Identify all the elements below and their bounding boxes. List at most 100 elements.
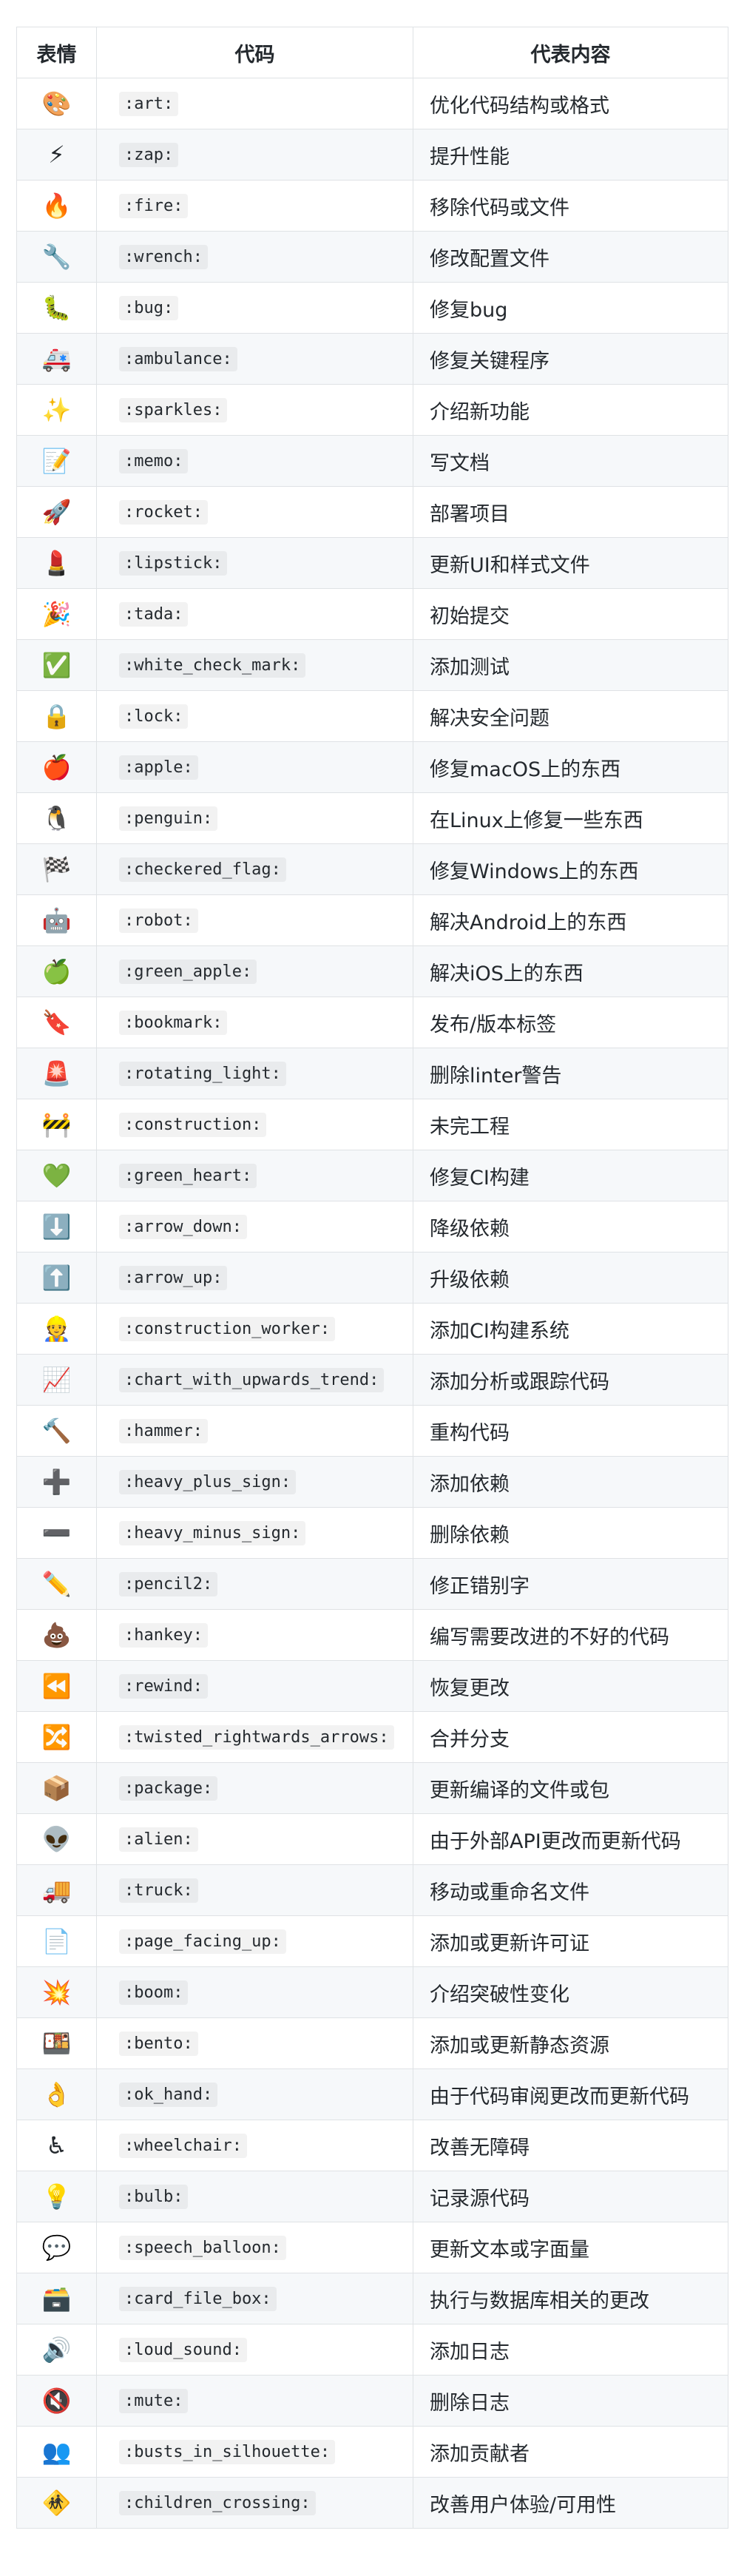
code-cell: :bento: [96,2017,413,2069]
penguin-icon: 🐧 [16,792,97,844]
description-cell: 改善用户体验/可用性 [413,2477,728,2529]
bookmark-icon: 🔖 [16,997,97,1048]
emoji-code: :bookmark: [119,1010,228,1035]
table-row: ✨:sparkles: 介绍新功能 [16,384,728,436]
table-row: ✏️:pencil2: 修正错别字 [16,1558,728,1610]
description-cell: 删除linter警告 [413,1048,728,1099]
chart-upwards-trend-icon: 📈 [16,1354,97,1406]
code-cell: :chart_with_upwards_trend: [96,1354,413,1406]
code-cell: :busts_in_silhouette: [96,2426,413,2478]
fire-icon: 🔥 [16,180,97,232]
code-cell: :construction_worker: [96,1303,413,1355]
code-cell: :ok_hand: [96,2068,413,2120]
emoji-code: :fire: [119,193,189,218]
emoji-code: :ambulance: [119,346,237,371]
heavy-plus-sign-icon: ➕ [16,1456,97,1508]
emoji-code: :hankey: [119,1622,208,1648]
wrench-icon: 🔧 [16,231,97,283]
emoji-code: :robot: [119,908,198,933]
emoji-code: :package: [119,1776,218,1801]
description-cell: 写文档 [413,435,728,487]
table-row: 🤖 :robot: 解决Android上的东西 [16,894,728,946]
table-row: ⬇️:arrow_down: 降级依赖 [16,1201,728,1252]
table-row: 🚧:construction: 未完工程 [16,1099,728,1150]
table-row: 🎉 :tada: 初始提交 [16,588,728,640]
table-row: 🚸:children_crossing: 改善用户体验/可用性 [16,2477,728,2529]
description-cell: 发布/版本标签 [413,997,728,1048]
boom-icon: 💥 [16,1966,97,2018]
emoji-code: :rocket: [119,499,208,525]
table-row: 🐧:penguin: 在Linux上修复一些东西 [16,792,728,844]
code-cell: :arrow_up: [96,1252,413,1304]
table-row: 🚚:truck: 移动或重命名文件 [16,1864,728,1916]
emoji-code: :twisted_rightwards_arrows: [119,1724,394,1750]
description-cell: 提升性能 [413,129,728,181]
code-cell: :apple: [96,741,413,793]
table-row: 💄:lipstick: 更新UI和样式文件 [16,537,728,589]
table-row: 🍱:bento: 添加或更新静态资源 [16,2017,728,2069]
table-row: ✅:white_check_mark: 添加测试 [16,639,728,691]
emoji-code: :busts_in_silhouette: [119,2439,336,2464]
table-row: 📄:page_facing_up: 添加或更新许可证 [16,1915,728,1967]
emoji-code: :card_file_box: [119,2286,277,2311]
zap-icon: ⚡ [16,129,97,181]
bento-icon: 🍱 [16,2017,97,2069]
description-cell: 未完工程 [413,1099,728,1150]
code-cell: :tada: [96,588,413,640]
package-icon: 📦 [16,1762,97,1814]
table-row: 💥:boom: 介绍突破性变化 [16,1966,728,2018]
header-code: 代码 [96,27,413,78]
description-cell: 解决Android上的东西 [413,894,728,946]
table-body: 🎨:art: 优化代码结构或格式 ⚡:zap: 提升性能 🔥:fire: 移除代码或文件 🔧… [16,78,728,2529]
emoji-code: :art: [119,91,179,116]
code-cell: :alien: [96,1813,413,1865]
emoji-code: :arrow_down: [119,1214,247,1239]
code-cell: :pencil2: [96,1558,413,1610]
code-cell: :wheelchair: [96,2120,413,2171]
description-cell: 介绍新功能 [413,384,728,436]
code-cell: :boom: [96,1966,413,2018]
code-cell: :card_file_box: [96,2273,413,2324]
table-row: 🍎:apple: 修复macOS上的东西 [16,741,728,793]
description-cell: 初始提交 [413,588,728,640]
code-cell: :package: [96,1762,413,1814]
emoji-code: :loud_sound: [119,2337,247,2362]
tada-icon: 🎉 [16,588,97,640]
header-desc: 代表内容 [413,27,728,78]
code-cell: :hammer: [96,1405,413,1457]
description-cell: 部署项目 [413,486,728,538]
code-cell: :wrench: [96,231,413,283]
table-row: 💩:hankey: 编写需要改进的不好的代码 [16,1609,728,1661]
description-cell: 修复bug [413,282,728,334]
table-row: 🚀:rocket: 部署项目 [16,486,728,538]
arrow-up-icon: ⬆️ [16,1252,97,1304]
code-cell: :truck: [96,1864,413,1916]
twisted-arrows-icon: 🔀 [16,1711,97,1763]
bug-icon: 🐛 [16,282,97,334]
header-row: 表情 代码 代表内容 [16,27,728,78]
table-row: 🚑:ambulance: 修复关键程序 [16,333,728,385]
table-row: 🔥:fire: 移除代码或文件 [16,180,728,232]
page-facing-up-icon: 📄 [16,1915,97,1967]
alien-icon: 👽 [16,1813,97,1865]
robot-icon: 🤖 [16,894,97,946]
description-cell: 更新文本或字面量 [413,2222,728,2273]
description-cell: 由于代码审阅更改而更新代码 [413,2068,728,2120]
table-row: ⬆️:arrow_up: 升级依赖 [16,1252,728,1304]
emoji-code: :construction_worker: [119,1316,336,1341]
table-row: 🚨:rotating_light: 删除linter警告 [16,1048,728,1099]
table-row: 👽:alien: 由于外部API更改而更新代码 [16,1813,728,1865]
code-cell: :white_check_mark: [96,639,413,691]
description-cell: 升级依赖 [413,1252,728,1304]
hankey-icon: 💩 [16,1609,97,1661]
checkered-flag-icon: 🏁 [16,843,97,895]
description-cell: 修改配置文件 [413,231,728,283]
table-row: ⏪:rewind: 恢复更改 [16,1660,728,1712]
emoji-code: :boom: [119,1980,189,2005]
code-cell: :fire: [96,180,413,232]
code-cell: :lipstick: [96,537,413,589]
arrow-down-icon: ⬇️ [16,1201,97,1252]
emoji-code: :ok_hand: [119,2082,218,2107]
emoji-code: :pencil2: [119,1571,218,1596]
emoji-code: :tada: [119,601,189,627]
